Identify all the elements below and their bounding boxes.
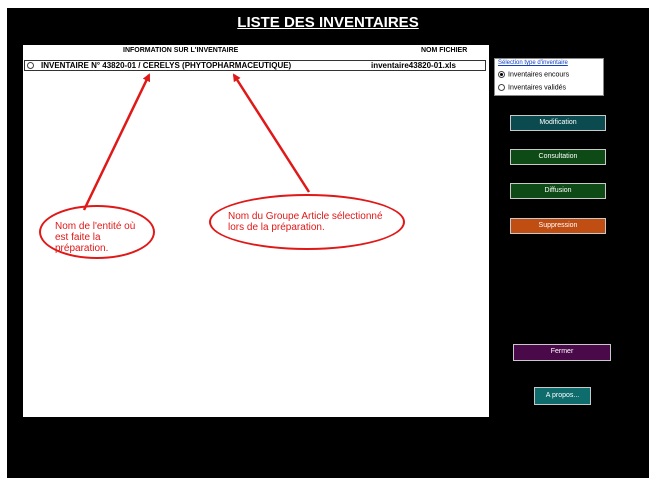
consultation-label: Consultation	[538, 153, 578, 160]
suppression-button[interactable]: Suppression	[510, 218, 606, 234]
modification-button[interactable]: Modification	[510, 115, 606, 131]
modification-label: Modification	[539, 119, 577, 126]
radio-selected-icon[interactable]	[498, 71, 505, 78]
diffusion-label: Diffusion	[544, 187, 572, 194]
consultation-button[interactable]: Consultation	[510, 149, 606, 165]
suppression-label: Suppression	[538, 222, 578, 229]
option-label: Inventaires validés	[508, 84, 566, 92]
group-annotation-text: Nom du Groupe Article sélectionné lors d…	[228, 211, 383, 233]
inventory-type-filter: Sélection type d'inventaire Inventaires …	[494, 58, 604, 96]
about-button[interactable]: A propos...	[534, 387, 591, 405]
option-label: Inventaires encours	[508, 71, 570, 79]
about-label: A propos...	[545, 392, 580, 399]
page-title: LISTE DES INVENTAIRES	[237, 14, 419, 31]
option-inventaires-encours[interactable]: Inventaires encours	[498, 71, 569, 78]
diffusion-button[interactable]: Diffusion	[510, 183, 606, 199]
group-annotation: Nom du Groupe Article sélectionné lors d…	[209, 194, 405, 250]
inventory-window: LISTE DES INVENTAIRES INFORMATION SUR L'…	[7, 8, 649, 478]
inventory-list: INFORMATION SUR L'INVENTAIRE NOM FICHIER…	[23, 45, 489, 417]
arrow-icon	[232, 73, 311, 193]
arrow-icon	[82, 73, 151, 211]
entity-annotation-text: Nom de l'entité où est faite la préparat…	[55, 221, 136, 254]
option-inventaires-valides[interactable]: Inventaires validés	[498, 84, 566, 91]
filter-title: Sélection type d'inventaire	[498, 60, 568, 66]
fermer-button[interactable]: Fermer	[513, 344, 611, 361]
radio-unselected-icon[interactable]	[498, 84, 505, 91]
fermer-label: Fermer	[550, 348, 574, 355]
entity-annotation: Nom de l'entité où est faite la préparat…	[39, 205, 155, 259]
